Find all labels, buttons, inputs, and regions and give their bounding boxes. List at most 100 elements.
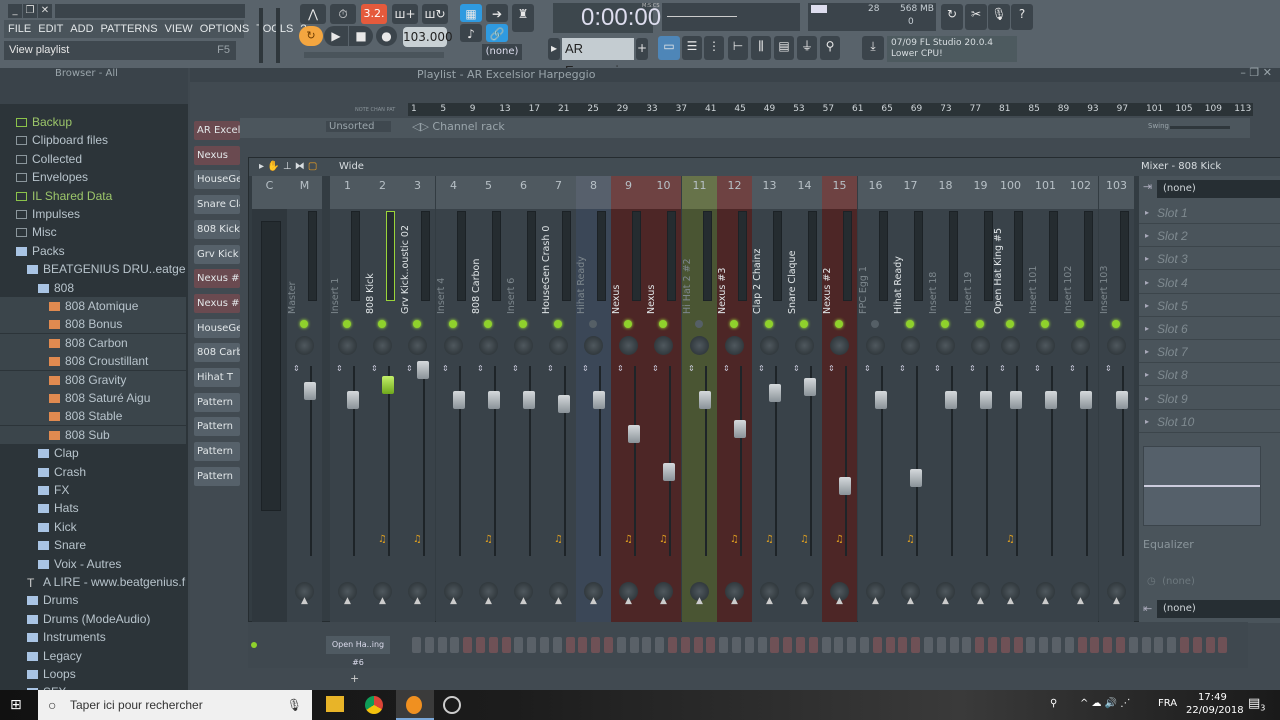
obs-icon[interactable] xyxy=(443,696,461,714)
browser-item[interactable]: Misc xyxy=(0,223,186,241)
strip-name[interactable]: Nexus #3 xyxy=(717,226,737,316)
mute-led[interactable] xyxy=(554,320,562,328)
send-arrow-icon[interactable]: ▲ xyxy=(907,596,914,606)
pattern-item[interactable]: AR Excelsior xyxy=(194,121,240,140)
cut-tool-button[interactable]: ✂ xyxy=(965,4,987,30)
browser-item[interactable]: Crash xyxy=(0,463,186,481)
effect-slot[interactable]: Slot 1 xyxy=(1139,202,1280,224)
pan-knob[interactable] xyxy=(795,336,814,355)
browser-item[interactable]: 808 Saturé Aigu xyxy=(0,389,186,407)
browser-item[interactable]: 808 Gravity xyxy=(0,370,186,389)
strip-name[interactable]: Insert 102 xyxy=(1063,226,1083,316)
strip-number[interactable]: 6 xyxy=(506,176,541,209)
strip-number[interactable]: 101 xyxy=(1028,176,1063,209)
stereo-separation-icon[interactable]: ⇕ xyxy=(969,364,976,373)
restore-button[interactable]: ❐ xyxy=(23,4,37,18)
multilink-button[interactable]: 🔗 xyxy=(486,24,508,42)
playlist-window-controls[interactable]: – ❐ ✕ xyxy=(1240,66,1272,79)
step-button[interactable] xyxy=(1128,637,1138,653)
pan-knob[interactable] xyxy=(866,336,885,355)
step-button[interactable] xyxy=(1116,637,1125,653)
strip-name[interactable]: Clap 2 Chainz xyxy=(752,226,772,316)
step-button[interactable] xyxy=(719,637,729,653)
step-button[interactable] xyxy=(770,637,780,653)
pattern-item[interactable]: Nexus #3 xyxy=(194,293,240,313)
step-button[interactable] xyxy=(1090,637,1100,653)
mixer-strip-101[interactable]: 101 Insert 101 ⇕ ▲ xyxy=(1028,176,1063,623)
strip-name[interactable]: Nexus xyxy=(646,226,666,316)
add-channel-button[interactable]: + xyxy=(350,672,359,685)
step-button[interactable] xyxy=(1052,637,1061,653)
send-arrow-icon[interactable]: ▲ xyxy=(766,596,773,606)
strip-number[interactable]: 17 xyxy=(893,176,928,209)
people-icon[interactable]: ⚲ xyxy=(1050,698,1057,709)
step-button[interactable] xyxy=(424,637,434,653)
pattern-item[interactable]: Pattern xyxy=(194,392,240,412)
pan-knob[interactable] xyxy=(690,336,709,355)
stereo-separation-icon[interactable]: ⇕ xyxy=(899,364,906,373)
volume-fader[interactable] xyxy=(663,463,675,482)
effect-slot[interactable]: Slot 7 xyxy=(1139,341,1280,364)
step-button[interactable] xyxy=(808,637,818,653)
strip-number[interactable]: 13 xyxy=(752,176,787,209)
browser-item[interactable]: Legacy xyxy=(0,647,186,665)
pattern-menu-arrow[interactable]: ▸ xyxy=(548,38,560,60)
volume-fader[interactable] xyxy=(1010,391,1022,410)
view-mixer-button[interactable]: ⫼ xyxy=(751,36,771,60)
metronome-button[interactable]: ⋀ xyxy=(300,4,326,24)
step-button[interactable] xyxy=(872,637,882,653)
record-arm-icon[interactable]: ♫ xyxy=(659,534,668,545)
step-button[interactable] xyxy=(1192,637,1202,653)
stereo-separation-icon[interactable]: ⇕ xyxy=(1105,364,1112,373)
mute-led[interactable] xyxy=(871,320,879,328)
volume-fader[interactable] xyxy=(1080,391,1092,410)
strip-name[interactable]: Master xyxy=(287,226,307,316)
send-arrow-icon[interactable]: ▲ xyxy=(942,596,949,606)
wait-input-button[interactable]: ⏱ xyxy=(330,4,356,24)
strip-name[interactable]: 808 Kick xyxy=(365,226,385,316)
stereo-separation-icon[interactable]: ⇕ xyxy=(406,364,413,373)
step-button[interactable] xyxy=(1141,637,1151,653)
effect-slot[interactable]: Slot 2 xyxy=(1139,225,1280,248)
browser-item[interactable]: FX xyxy=(0,481,186,499)
record-arm-icon[interactable]: ♫ xyxy=(730,534,739,545)
strip-name[interactable]: Insert 103 xyxy=(1099,226,1119,316)
song-position-slider[interactable] xyxy=(304,52,444,58)
step-button[interactable] xyxy=(1039,637,1049,653)
swing-slider[interactable] xyxy=(1170,126,1230,129)
step-button[interactable] xyxy=(885,637,895,653)
strip-name[interactable]: Snare Claque xyxy=(787,226,807,316)
volume-fader[interactable] xyxy=(417,360,429,379)
strip-name[interactable]: Nexus #2 xyxy=(822,226,842,316)
send-arrow-icon[interactable]: ▲ xyxy=(590,596,597,606)
mixer-view-select[interactable]: Wide xyxy=(339,161,364,172)
stereo-separation-icon[interactable]: ⇕ xyxy=(688,364,695,373)
strip-number[interactable]: 103 xyxy=(1099,176,1134,209)
volume-fader[interactable] xyxy=(628,425,640,444)
record-arm-icon[interactable]: ♫ xyxy=(624,534,633,545)
send-arrow-icon[interactable]: ▲ xyxy=(1077,596,1084,606)
strip-name[interactable]: Hihat Ready xyxy=(893,226,913,316)
record-arm-icon[interactable]: ♫ xyxy=(906,534,915,545)
stereo-separation-icon[interactable]: ⇕ xyxy=(999,364,1006,373)
send-arrow-icon[interactable]: ▲ xyxy=(520,596,527,606)
mixer-strip-16[interactable]: 16 FPC Egg 1 ⇕ ▲ xyxy=(858,176,893,623)
mute-led[interactable] xyxy=(484,320,492,328)
volume-fader[interactable] xyxy=(945,391,957,410)
browser-item[interactable]: Packs xyxy=(0,242,186,260)
pan-knob[interactable] xyxy=(1107,336,1126,355)
pan-knob[interactable] xyxy=(514,336,533,355)
volume-fader[interactable] xyxy=(804,377,816,396)
volume-fader[interactable] xyxy=(453,391,465,410)
close-button[interactable]: ✕ xyxy=(38,4,52,18)
mixer-strip-M[interactable]: M Master ⇕ ▲ xyxy=(287,176,322,623)
pan-knob[interactable] xyxy=(444,336,463,355)
step-edit-button[interactable]: ш+ xyxy=(392,4,418,24)
browser-item[interactable]: Drums xyxy=(0,591,186,609)
mute-led[interactable] xyxy=(519,320,527,328)
effect-slot[interactable]: Slot 4 xyxy=(1139,272,1280,294)
effect-slot[interactable]: Slot 8 xyxy=(1139,364,1280,387)
mute-led[interactable] xyxy=(659,320,667,328)
mixer-strip-103[interactable]: 103 Insert 103 ⇕ ▲ xyxy=(1099,176,1134,623)
browser-item[interactable]: Backup xyxy=(0,113,186,131)
